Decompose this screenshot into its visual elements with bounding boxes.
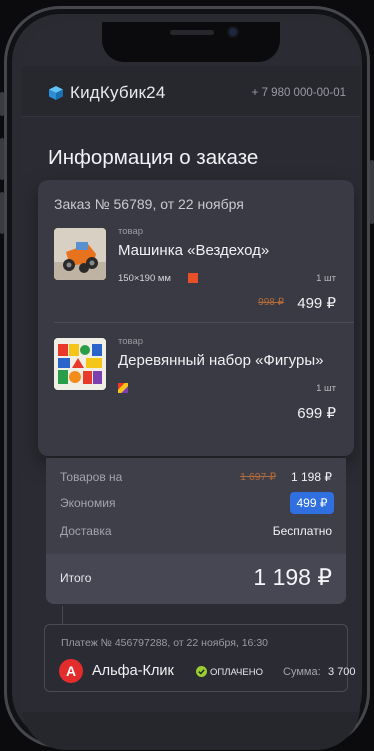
payment-method: Альфа-Клик [92, 663, 174, 679]
savings-label: Экономия [60, 496, 116, 510]
check-circle-icon [196, 666, 207, 677]
order-summary: Товаров на 1 697 ₽ 1 198 ₽ Экономия 499 … [46, 458, 346, 604]
screen: КидКубик24 + 7 980 000-00-01 Информация … [22, 22, 360, 750]
phone-link[interactable]: + 7 980 000-00-01 [252, 87, 346, 99]
goods-old-price: 1 697 ₽ [240, 471, 276, 483]
cube-icon [49, 86, 63, 100]
phone-frame: КидКубик24 + 7 980 000-00-01 Информация … [4, 6, 370, 750]
product-image-wooden-shapes[interactable] [54, 338, 106, 390]
item-price: 499 ₽ [297, 295, 336, 312]
multicolor-swatch [118, 383, 128, 393]
sum-value: 3 700 [328, 666, 356, 678]
item-old-price: 998 ₽ [258, 297, 284, 308]
savings-badge: 499 ₽ [290, 492, 334, 514]
item-quantity: 1 шт [316, 383, 336, 394]
speaker-grille [170, 30, 214, 35]
order-number: Заказ № 56789, от 22 ноября [54, 196, 244, 212]
front-camera-icon [229, 28, 237, 36]
payment-status: ОПЛАЧЕНО [210, 667, 263, 678]
item-divider [54, 322, 354, 323]
total-label: Итого [60, 571, 92, 585]
item-name[interactable]: Деревянный набор «Фигуры» [118, 352, 323, 369]
goods-value: 1 198 ₽ [291, 470, 332, 484]
bottom-area [22, 712, 360, 750]
app-header: КидКубик24 + 7 980 000-00-01 [22, 66, 360, 117]
delivery-value: Бесплатно [272, 524, 332, 538]
power-button [370, 160, 374, 224]
sum-label: Сумма: [283, 666, 321, 678]
total-row: Итого 1 198 ₽ [46, 554, 346, 604]
goods-label: Товаров на [60, 470, 123, 484]
brand-name[interactable]: КидКубик24 [70, 83, 166, 103]
item-category: товар [118, 336, 144, 347]
item-quantity: 1 шт [316, 273, 336, 284]
page-title: Информация о заказе [48, 146, 259, 169]
payment-card[interactable]: Платеж № 456797288, от 22 ноября, 16:30 … [44, 624, 356, 692]
item-name[interactable]: Машинка «Вездеход» [118, 242, 269, 259]
item-category: товар [118, 226, 144, 237]
notch [102, 22, 280, 62]
color-swatch [188, 273, 198, 283]
order-card: Заказ № 56789, от 22 ноября товар Машинк… [38, 180, 354, 456]
product-image-toy-car[interactable] [54, 228, 106, 280]
payment-info: Платеж № 456797288, от 22 ноября, 16:30 [61, 637, 268, 649]
item-dimensions: 150×190 мм [118, 273, 171, 284]
delivery-label: Доставка [60, 524, 112, 538]
alfa-bank-icon: А [59, 659, 83, 683]
item-price: 699 ₽ [297, 405, 336, 422]
total-value: 1 198 ₽ [253, 564, 332, 590]
connector-line [62, 606, 63, 624]
